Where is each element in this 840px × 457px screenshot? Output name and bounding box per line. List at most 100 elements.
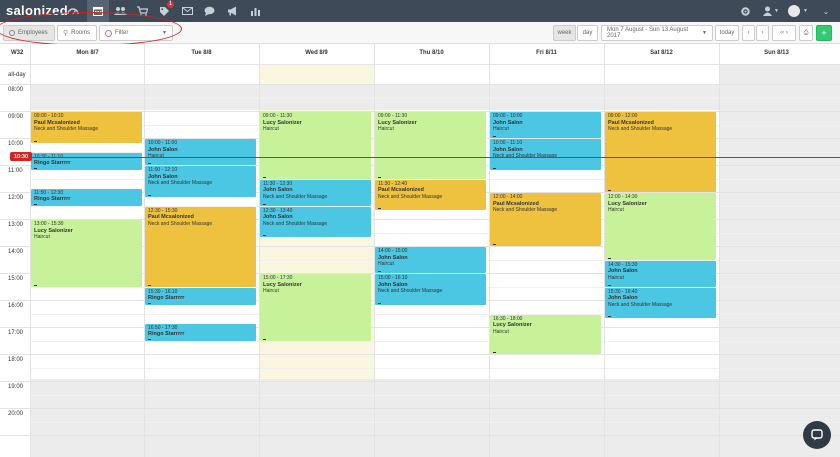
appointment-event[interactable]: 10:30 - 11:10Ringo Starrrrr: [31, 152, 142, 170]
appointment-event[interactable]: 15:30 - 16:40 John Salon Neck and Shoulder…: [605, 287, 716, 318]
resize-handle[interactable]: [148, 163, 151, 164]
resize-handle[interactable]: [263, 176, 266, 178]
resize-handle[interactable]: [608, 284, 611, 286]
today-button[interactable]: today: [715, 25, 739, 41]
resize-handle[interactable]: [378, 271, 381, 272]
day-gridline: [489, 44, 490, 457]
settings-icon[interactable]: [734, 0, 756, 22]
appointment-event[interactable]: 09:00 - 11:30 Lucy Salonizer Haircut: [260, 112, 371, 179]
chevron-down-icon: ▼: [774, 8, 779, 14]
appointment-event[interactable]: 09:00 - 10:00 John Salon Haircut: [490, 112, 601, 138]
appointment-event[interactable]: 15:30 - 16:10 Ringo Starrrrr: [145, 287, 256, 305]
day-header[interactable]: Thu 8/10: [374, 50, 489, 56]
appointment-event[interactable]: 15:00 - 17:30 Lucy Salonizer Haircut: [260, 274, 371, 341]
chevron-down-icon: ▼: [162, 30, 167, 36]
megaphone-icon[interactable]: [221, 0, 243, 22]
day-header[interactable]: Fri 8/11: [489, 50, 604, 56]
rooms-label: Rooms: [71, 30, 91, 36]
resize-handle[interactable]: [34, 203, 37, 205]
dashboard-icon[interactable]: [62, 0, 84, 22]
more-options-button[interactable]: ‹‹ ›: [772, 25, 796, 41]
resize-handle[interactable]: [148, 338, 151, 340]
resize-handle[interactable]: [34, 167, 37, 169]
date-range-picker[interactable]: Mon 7 August - Sun 13 August 2017 ▼: [601, 25, 713, 41]
employees-button[interactable]: Employees: [3, 25, 55, 41]
chevron-down-icon[interactable]: ⌄: [814, 0, 838, 22]
chevron-left-icon: ‹: [747, 30, 750, 36]
resize-handle[interactable]: [493, 167, 496, 169]
week-view-button[interactable]: week: [553, 25, 576, 41]
appointment-event[interactable]: 13:00 - 15:30 Lucy Salonizer Haircut: [31, 220, 142, 287]
resize-handle[interactable]: [34, 140, 37, 142]
appointment-event[interactable]: 16:50 - 17:30 Ringo Starrrrr: [145, 323, 256, 341]
day-header[interactable]: Wed 8/9: [259, 50, 374, 56]
customers-icon[interactable]: [109, 0, 131, 22]
resize-handle[interactable]: [493, 352, 496, 353]
next-button[interactable]: ›: [756, 25, 769, 41]
prev-button[interactable]: ‹: [742, 25, 755, 41]
print-button[interactable]: ⎙: [799, 25, 813, 41]
app-logo[interactable]: salonized: [6, 3, 68, 18]
appointment-event[interactable]: 10:00 - 11:00 John Salon Haircut: [145, 139, 256, 165]
appointment-event[interactable]: 12:00 - 14:30 Lucy Salonizer Haircut: [605, 193, 716, 260]
tag-icon[interactable]: 1: [153, 0, 175, 22]
event-service: Neck and Shoulder Massage: [608, 126, 673, 132]
resize-handle[interactable]: [608, 316, 611, 317]
resize-handle[interactable]: [608, 257, 611, 259]
resize-handle[interactable]: [148, 284, 151, 286]
add-appointment-button[interactable]: +: [816, 25, 832, 41]
mail-icon[interactable]: [176, 0, 198, 22]
hour-label: 16:00: [8, 303, 24, 309]
calendar-icon[interactable]: [87, 0, 109, 22]
reports-icon[interactable]: [244, 0, 266, 22]
rooms-button[interactable]: ⚲ Rooms: [57, 25, 97, 41]
day-header[interactable]: Sun 8/13: [719, 50, 834, 56]
resize-handle[interactable]: [378, 176, 381, 178]
day-view-button[interactable]: day: [577, 25, 598, 41]
appointment-event[interactable]: 11:30 - 12:30 John Salon Neck and Shoulder…: [260, 179, 371, 206]
appointment-event[interactable]: 11:00 - 12:10 John Salon Neck and Shoulder…: [145, 166, 256, 197]
appointment-event[interactable]: 14:30 - 15:30 John Salon Haircut: [605, 260, 716, 287]
support-chat-button[interactable]: [803, 421, 831, 449]
appointment-event[interactable]: 12:30 - 13:40 John Salon Neck and Shoulder…: [260, 206, 371, 237]
day-header[interactable]: Tue 8/8: [144, 50, 259, 56]
day-header[interactable]: Sat 8/12: [604, 50, 719, 56]
resize-handle[interactable]: [263, 203, 266, 205]
account-menu[interactable]: ▼: [784, 0, 812, 22]
resize-handle[interactable]: [148, 302, 151, 304]
resize-handle[interactable]: [493, 244, 496, 245]
appointment-event[interactable]: 14:00 - 15:00 John Salon Haircut: [375, 247, 486, 273]
event-service: Neck and Shoulder Massage: [263, 193, 328, 200]
appointment-event[interactable]: 11:30 - 12:40 Paul Mcsalonized Neck and Sh…: [375, 179, 486, 210]
current-time-label: 10:30: [10, 152, 32, 161]
user-circle-icon: [9, 30, 15, 36]
chat-icon: [811, 429, 823, 441]
event-customer: Ringo Starrrrr: [34, 160, 71, 166]
cart-icon[interactable]: [131, 0, 153, 22]
resize-handle[interactable]: [263, 338, 266, 340]
week-number: W32: [11, 50, 24, 56]
appointment-event[interactable]: 16:30 - 18:00 Lucy Salonizer Haircut: [490, 314, 601, 354]
resize-handle[interactable]: [148, 194, 151, 196]
appointment-event[interactable]: 09:00 - 11:30 Lucy Salonizer Haircut: [375, 112, 486, 179]
resize-handle[interactable]: [378, 302, 381, 304]
resize-handle[interactable]: [493, 136, 496, 137]
resize-handle[interactable]: [378, 208, 381, 209]
resize-handle[interactable]: [34, 284, 37, 286]
event-service: Haircut: [493, 328, 509, 335]
appointment-event[interactable]: 12:00 - 14:00 Paul Mcsalonized Neck and Sh…: [490, 193, 601, 246]
chat-bubble-icon[interactable]: [198, 0, 220, 22]
user-menu[interactable]: ▼: [758, 0, 784, 22]
hour-label: 08:00: [8, 87, 24, 93]
appointment-event[interactable]: 15:00 - 16:10 John Salon Neck and Shoulder…: [375, 274, 486, 305]
appointment-event[interactable]: 09:00 - 10:10 Paul Mcsalonized Neck and Sh…: [31, 112, 142, 143]
day-header[interactable]: Mon 8/7: [30, 50, 145, 56]
appointment-event[interactable]: 10:00 - 11:10 John Salon Neck and Shoulder…: [490, 139, 601, 170]
event-customer: Ringo Starrrrr: [148, 295, 185, 301]
appointment-event[interactable]: 12:30 - 15:30 Paul Mcsalonized Neck and Sh…: [145, 206, 256, 287]
resize-handle[interactable]: [608, 190, 611, 191]
filter-dropdown[interactable]: Filter ▼: [99, 25, 173, 41]
resize-handle[interactable]: [263, 235, 266, 236]
appointment-event[interactable]: 09:00 - 12:00 Paul Mcsalonized Neck and Sh…: [605, 112, 716, 192]
appointment-event[interactable]: 11:50 - 12:30 Ringo Starrrrr: [31, 188, 142, 206]
